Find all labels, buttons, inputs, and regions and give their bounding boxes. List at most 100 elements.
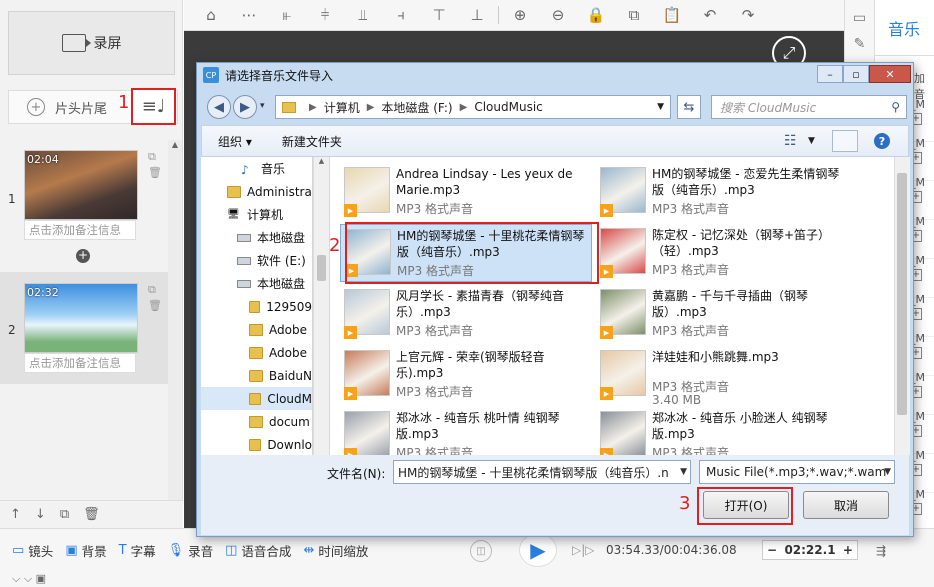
delete-icon[interactable]: 🗑 — [148, 166, 162, 179]
breadcrumb-folder[interactable]: CloudMusic — [474, 100, 542, 114]
move-down-icon[interactable]: ↓ — [35, 507, 46, 522]
chevron-down-icon[interactable]: ▼ — [884, 467, 891, 477]
nav-item[interactable]: 本地磁盘 — [201, 272, 312, 295]
tab-music[interactable]: 音乐 — [874, 0, 934, 56]
align-bottom-icon[interactable]: ⊥ — [458, 6, 496, 24]
breadcrumb-computer[interactable]: 计算机 — [324, 99, 360, 116]
paste-icon[interactable]: 📋 — [653, 6, 691, 24]
zoom-in-icon[interactable]: ⊕ — [501, 6, 539, 24]
delete-icon[interactable]: 🗑 — [83, 507, 100, 522]
record-audio-button[interactable]: 🎙 录音 — [168, 541, 214, 560]
timeline-controls-icon[interactable]: ⌵ ⌵ ▣ — [12, 572, 46, 585]
timeline-settings-icon[interactable]: ⇶ — [876, 544, 886, 558]
clip-item[interactable]: 02:32 点击添加备注信息 — [24, 283, 142, 373]
breadcrumb-drive[interactable]: 本地磁盘 (F:) — [381, 99, 452, 116]
view-options-icon[interactable]: ☷ — [784, 133, 797, 149]
file-item[interactable]: ▶ 上官元辉 - 荣幸(钢琴版轻音乐).mp3 MP3 格式声音 — [340, 346, 592, 404]
align-left-icon[interactable]: ⫦ — [268, 6, 306, 24]
copy-icon[interactable]: ⧉ — [60, 507, 69, 522]
step-controls-icon[interactable]: ▷|▷ — [572, 543, 595, 557]
align-center-icon[interactable]: ⫩ — [306, 6, 344, 24]
nav-item[interactable]: CloudM — [201, 387, 312, 410]
time-scale-button[interactable]: ⇹ 时间缩放 — [303, 541, 368, 560]
close-button[interactable]: ✕ — [869, 65, 911, 83]
forward-button[interactable]: ▶ — [233, 95, 257, 119]
clip-scrollbar[interactable]: ▲ — [168, 140, 182, 525]
chevron-down-icon[interactable]: ▼ — [657, 102, 664, 112]
zoom-out-icon[interactable]: ⊖ — [539, 6, 577, 24]
nav-item[interactable]: Adobe — [201, 318, 312, 341]
align-top-icon[interactable]: ⊤ — [420, 6, 458, 24]
play-button[interactable]: ▶ — [519, 533, 557, 567]
copy-icon[interactable]: ⧉ — [148, 150, 156, 164]
delete-icon[interactable]: 🗑 — [148, 299, 162, 312]
cancel-button[interactable]: 取消 — [803, 491, 889, 519]
more-icon[interactable]: ⋯ — [230, 6, 268, 24]
nav-item-label: 本地磁盘 — [257, 277, 306, 291]
nav-item[interactable]: ♪ 音乐 — [201, 157, 312, 180]
add-clip-icon[interactable]: + — [76, 249, 90, 263]
pencil-icon[interactable]: ✎ — [845, 36, 874, 52]
help-icon[interactable]: ? — [874, 133, 890, 149]
clip-note-input[interactable]: 点击添加备注信息 — [24, 220, 136, 240]
nav-item[interactable]: 129509 — [201, 295, 312, 318]
nav-scrollbar[interactable]: ▲ — [313, 157, 329, 455]
redo-icon[interactable]: ↷ — [729, 6, 767, 24]
refresh-button[interactable]: ⇆ — [677, 95, 701, 119]
subtitle-button[interactable]: T 字幕 — [119, 541, 156, 560]
nav-item[interactable]: docum — [201, 410, 312, 433]
nav-item[interactable]: 本地磁盘 — [201, 226, 312, 249]
chevron-down-icon[interactable]: ▼ — [808, 136, 815, 146]
lock-icon[interactable]: 🔒 — [577, 6, 615, 24]
speech-synthesis-button[interactable]: ◫ 语音合成 — [225, 541, 291, 560]
file-item[interactable]: ▶ 陈定权 - 记忆深处（钢琴+笛子）（轻）.mp3 MP3 格式声音 — [596, 224, 848, 282]
copy-icon[interactable]: ⧉ — [615, 6, 653, 24]
nav-item[interactable]: 🖥 计算机 — [201, 203, 312, 226]
filetype-select[interactable]: Music File(*.mp3;*.wav;*.wam ▼ — [699, 460, 895, 484]
new-folder-button[interactable]: 新建文件夹 — [282, 133, 342, 150]
nav-item[interactable]: Adobe — [201, 341, 312, 364]
filename-input[interactable]: HM的钢琴城堡 - 十里桃花柔情钢琴版（纯音乐）.n ▼ — [393, 460, 691, 484]
open-button[interactable]: 打开(O) — [703, 491, 789, 519]
chevron-down-icon[interactable]: ▼ — [680, 467, 687, 477]
nav-item[interactable]: BaiduN — [201, 364, 312, 387]
music-list-button[interactable]: ≡♩ — [131, 88, 176, 125]
file-item[interactable]: ▶ HM的钢琴城堡 - 恋爱先生柔情钢琴版（纯音乐）.mp3 MP3 格式声音 — [596, 163, 848, 221]
address-bar[interactable]: ▶ 计算机 ▶ 本地磁盘 (F:) ▶ CloudMusic ▼ — [275, 95, 671, 119]
file-scroll-thumb[interactable] — [897, 173, 907, 415]
home-icon[interactable]: ⌂ — [192, 6, 230, 24]
chat-icon[interactable]: ▭ — [845, 10, 874, 26]
zoom-plus-button[interactable]: + — [843, 543, 853, 557]
zoom-minus-button[interactable]: − — [767, 543, 777, 557]
file-item[interactable]: ▶ 郑冰冰 - 纯音乐 小脸迷人 纯钢琴版.mp3 MP3 格式声音 — [596, 407, 848, 455]
record-screen-button[interactable]: 录屏 — [8, 11, 175, 75]
minimize-button[interactable]: – — [817, 65, 843, 83]
organize-button[interactable]: 组织 ▾ — [218, 133, 252, 150]
file-item[interactable]: ▶ 郑冰冰 - 纯音乐 桃叶情 纯钢琴版.mp3 MP3 格式声音 — [340, 407, 592, 455]
file-item[interactable]: ▶ 风月学长 - 素描青春（钢琴纯音乐）.mp3 MP3 格式声音 — [340, 285, 592, 343]
file-item[interactable]: ▶ 洋娃娃和小熊跳舞.mp3 MP3 格式声音 3.40 MB — [596, 346, 848, 407]
move-up-icon[interactable]: ↑ — [10, 507, 21, 522]
nav-item[interactable]: Administra — [201, 180, 312, 203]
background-button[interactable]: ▣ 背景 — [65, 541, 106, 560]
camera-button[interactable]: ▭ 镜头 — [12, 541, 53, 560]
back-button[interactable]: ◀ — [207, 95, 231, 119]
clip-thumbnail[interactable]: 02:32 — [24, 283, 138, 353]
align-right-icon[interactable]: ⫞ — [382, 6, 420, 24]
clip-note-input[interactable]: 点击添加备注信息 — [24, 353, 136, 373]
zoom-stepper[interactable]: − 02:22.1 + — [762, 540, 858, 560]
preview-pane-button[interactable] — [832, 130, 858, 152]
copy-icon[interactable]: ⧉ — [148, 283, 156, 297]
maximize-button[interactable]: ▫ — [843, 65, 869, 83]
nav-item[interactable]: 软件 (E:) — [201, 249, 312, 272]
file-item[interactable]: ▶ Andrea Lindsay - Les yeux de Marie.mp3 M… — [340, 163, 592, 221]
file-item[interactable]: ▶ 黄嘉鹏 - 千与千寻插曲（钢琴版）.mp3 MP3 格式声音 — [596, 285, 848, 343]
prev-frame-icon[interactable]: ◫ — [470, 540, 492, 562]
recent-dropdown-icon[interactable]: ▾ — [260, 101, 265, 111]
nav-item[interactable]: Downlo — [201, 433, 312, 455]
undo-icon[interactable]: ↶ — [691, 6, 729, 24]
align-middle-icon[interactable]: ⫫ — [344, 6, 382, 24]
clip-item[interactable]: 02:04 点击添加备注信息 — [24, 150, 142, 240]
clip-thumbnail[interactable]: 02:04 — [24, 150, 138, 220]
search-input[interactable]: 搜索 CloudMusic ⚲ — [711, 95, 907, 119]
